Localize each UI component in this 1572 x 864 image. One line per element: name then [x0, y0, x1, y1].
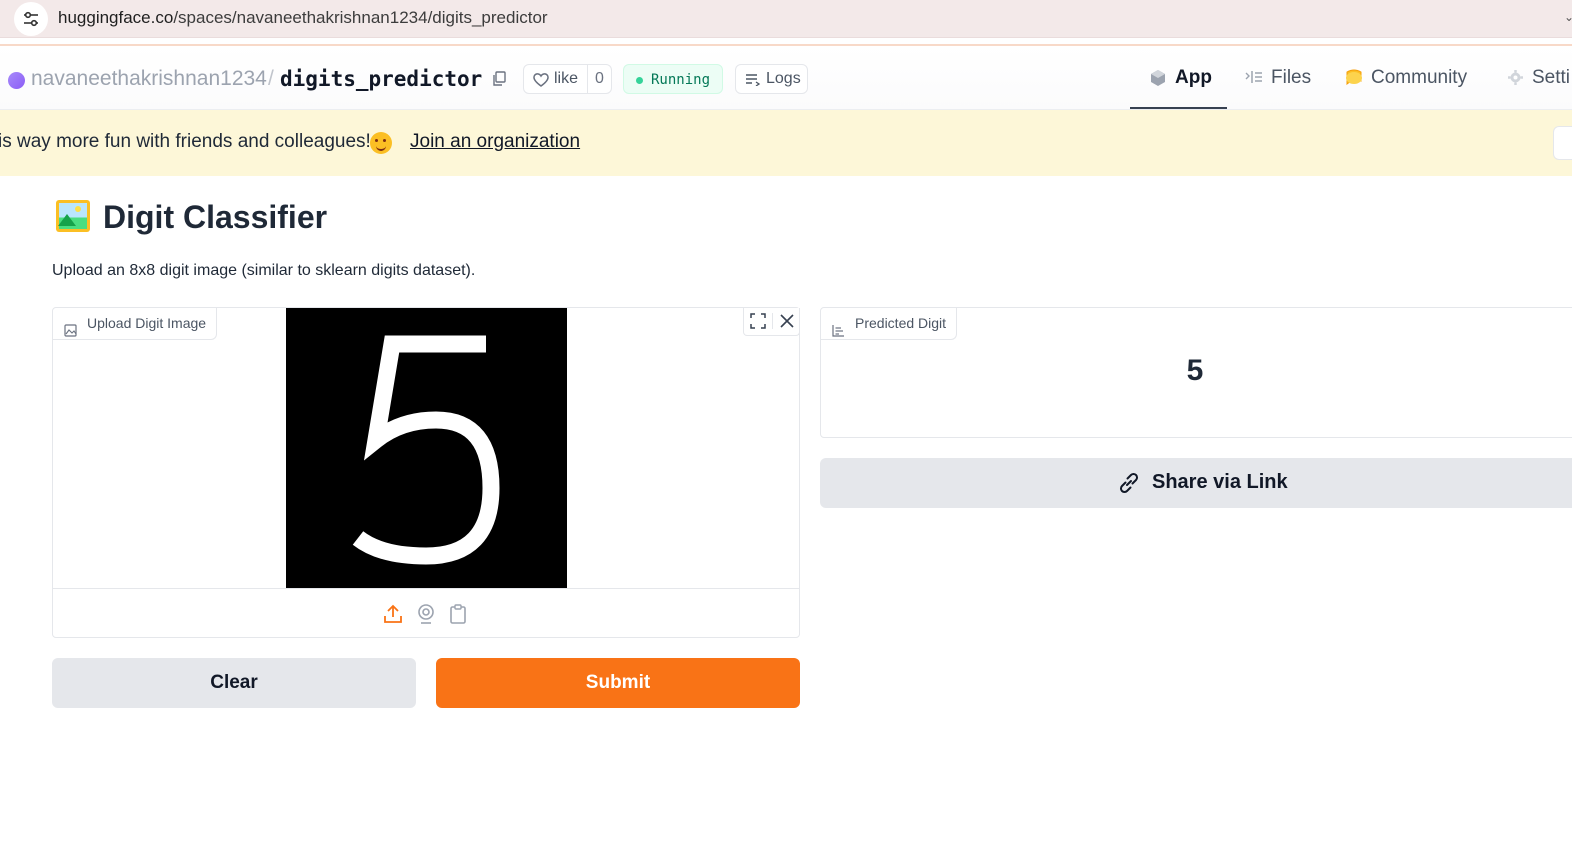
uploaded-digit-image — [286, 308, 567, 588]
webcam-icon[interactable] — [417, 604, 435, 629]
banner-text: is way more fun with friends and colleag… — [0, 131, 371, 152]
copy-icon[interactable] — [492, 71, 507, 92]
tab-files-label: Files — [1271, 67, 1312, 88]
org-banner: is way more fun with friends and colleag… — [0, 110, 1572, 176]
repo-name[interactable]: digits_predictor — [280, 67, 482, 91]
predicted-digit-value: 5 — [1186, 354, 1204, 387]
heart-icon — [532, 72, 550, 93]
close-icon[interactable] — [779, 313, 795, 334]
output-panel-label: Predicted Digit — [821, 308, 958, 340]
image-source-bar — [53, 588, 799, 638]
site-settings-icon[interactable] — [14, 2, 48, 36]
active-tab-indicator — [1130, 107, 1227, 109]
page-title: Digit Classifier — [103, 199, 328, 235]
like-label: like — [554, 70, 579, 87]
upload-icon[interactable] — [383, 604, 403, 629]
submit-button[interactable]: Submit — [436, 658, 800, 708]
gear-icon — [1507, 69, 1524, 92]
community-icon — [1344, 69, 1364, 93]
chevron-down-icon[interactable]: ⌄ — [1564, 10, 1572, 24]
join-organization-link[interactable]: Join an organization — [410, 131, 580, 153]
share-label: Share via Link — [1152, 471, 1288, 493]
status-dot-icon — [636, 77, 643, 84]
space-header: navaneethakrishnan1234 / digits_predicto… — [0, 46, 1572, 110]
clipboard-icon[interactable] — [450, 604, 466, 629]
image-toolbar — [743, 308, 800, 336]
address-bar[interactable]: huggingface.co/spaces/navaneethakrishnan… — [0, 0, 1572, 38]
picture-emoji-icon — [56, 200, 90, 232]
logs-label: Logs — [766, 70, 801, 87]
prediction-output-panel: Predicted Digit 5 — [820, 307, 1572, 438]
files-icon — [1245, 69, 1263, 91]
like-count[interactable]: 0 — [595, 70, 604, 88]
fullscreen-icon[interactable] — [750, 313, 766, 334]
upload-label-text: Upload Digit Image — [87, 315, 207, 331]
tab-settings-label: Setti — [1532, 67, 1571, 88]
image-icon — [64, 317, 77, 348]
app-description: Upload an 8x8 digit image (similar to sk… — [52, 262, 476, 279]
url-path: /spaces/navaneethakrishnan1234/digits_pr… — [173, 8, 548, 27]
divider — [587, 65, 588, 93]
tab-community[interactable]: Community — [1344, 66, 1474, 110]
tab-app[interactable]: App — [1150, 66, 1230, 110]
clear-button[interactable]: Clear — [52, 658, 416, 708]
status-badge[interactable]: Running — [623, 64, 723, 94]
like-button[interactable]: like 0 — [523, 64, 612, 94]
tab-community-label: Community — [1371, 67, 1468, 88]
upload-panel-label: Upload Digit Image — [53, 308, 218, 340]
path-separator: / — [268, 67, 274, 90]
url-text[interactable]: huggingface.co/spaces/navaneethakrishnan… — [58, 8, 548, 28]
link-icon — [1119, 472, 1139, 494]
output-label-text: Predicted Digit — [855, 315, 947, 331]
divider — [772, 313, 773, 329]
avatar[interactable] — [8, 72, 25, 89]
tab-settings[interactable]: Setti — [1507, 66, 1572, 110]
status-label: Running — [651, 72, 711, 88]
cube-icon — [1150, 69, 1166, 93]
hugging-face-emoji-icon — [370, 132, 392, 154]
logs-button[interactable]: Logs — [735, 64, 808, 94]
tab-files[interactable]: Files — [1245, 66, 1315, 110]
image-upload-panel[interactable]: Upload Digit Image — [52, 307, 800, 638]
tab-app-label: App — [1175, 67, 1212, 88]
logs-icon — [746, 74, 761, 86]
banner-dismiss-button[interactable] — [1553, 126, 1572, 160]
url-host: huggingface.co — [58, 8, 174, 27]
chart-icon — [832, 317, 845, 348]
owner-link[interactable]: navaneethakrishnan1234 — [31, 67, 267, 91]
share-via-link-button[interactable]: Share via Link — [820, 458, 1572, 508]
